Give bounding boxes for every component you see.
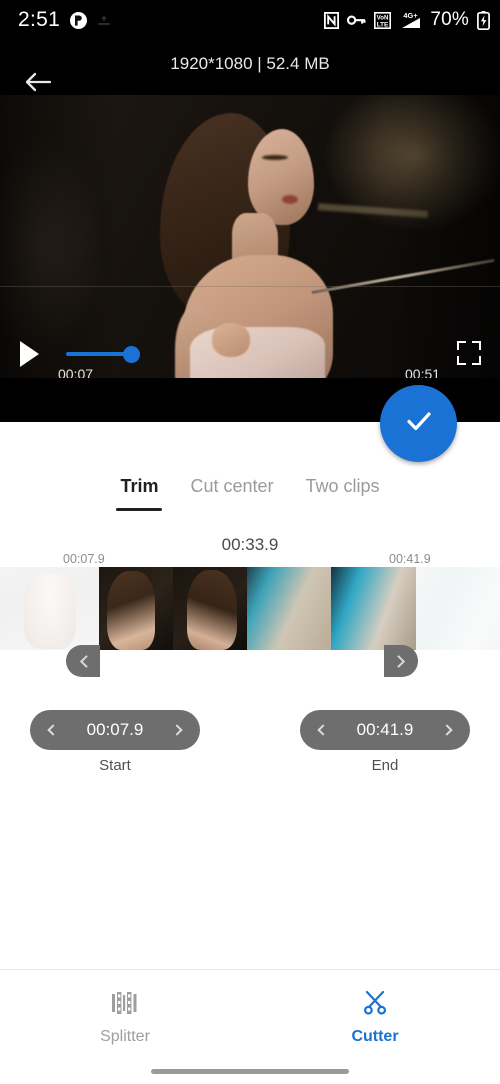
- check-icon: [400, 402, 438, 445]
- page-title: 1920*1080 | 52.4 MB: [170, 54, 330, 73]
- range-end-marker: 00:41.9: [389, 552, 431, 566]
- tab-trim[interactable]: Trim: [104, 476, 174, 516]
- video-preview[interactable]: [0, 95, 500, 378]
- filmstrip-thumbnail[interactable]: [173, 567, 247, 650]
- chevron-right-icon: [391, 654, 405, 668]
- nav-item-cutter[interactable]: Cutter: [250, 970, 500, 1059]
- status-bar-right: VoN LTE 4G+ 70%: [324, 9, 490, 31]
- chevron-left-icon: [79, 654, 93, 668]
- status-clock: 2:51: [18, 8, 61, 31]
- nav-label-splitter: Splitter: [100, 1027, 150, 1045]
- tab-two-clips[interactable]: Two clips: [290, 476, 396, 516]
- gesture-bar-area: [0, 1059, 500, 1084]
- filmstrip-thumbnail[interactable]: [247, 567, 331, 650]
- end-time-value: 00:41.9: [356, 720, 414, 739]
- scissors-icon: [361, 990, 389, 1021]
- range-start-marker: 00:07.9: [63, 552, 105, 566]
- start-caption: Start: [99, 757, 131, 774]
- app-notification-icon: [70, 11, 88, 29]
- signal-4g-plus-icon: 4G+: [399, 11, 422, 29]
- nfc-icon: [324, 11, 340, 29]
- filmstrip-thumbnail[interactable]: [0, 567, 99, 650]
- filmstrip-thumbnail[interactable]: [331, 567, 416, 650]
- end-caption: End: [371, 757, 399, 774]
- play-button[interactable]: [20, 341, 42, 367]
- tab-trim-label: Trim: [120, 476, 159, 496]
- filmstrip-thumbnail[interactable]: [416, 567, 500, 650]
- end-increment-icon[interactable]: [441, 724, 453, 736]
- vpn-key-icon: [347, 13, 366, 27]
- mode-tabs: Trim Cut center Two clips: [0, 476, 500, 516]
- download-icon: [97, 14, 111, 26]
- svg-text:4G+: 4G+: [404, 11, 419, 20]
- seek-bar[interactable]: [62, 341, 144, 367]
- confirm-button[interactable]: [380, 385, 457, 462]
- start-increment-icon[interactable]: [171, 724, 183, 736]
- nav-item-splitter[interactable]: Splitter: [0, 970, 250, 1059]
- trim-handle-left[interactable]: [66, 645, 100, 677]
- status-bar-left: 2:51: [18, 8, 111, 32]
- volte-icon: VoN LTE: [374, 11, 392, 29]
- tab-active-underline: [116, 508, 163, 511]
- battery-charging-icon: [477, 10, 490, 30]
- tab-cut-center[interactable]: Cut center: [174, 476, 289, 516]
- play-icon: [20, 341, 39, 367]
- fullscreen-button[interactable]: [456, 340, 482, 366]
- end-time-stepper[interactable]: 00:41.9: [300, 710, 470, 750]
- filmstrip-thumbnail[interactable]: [99, 567, 173, 650]
- arrow-left-icon: [24, 71, 52, 98]
- start-time-value: 00:07.9: [86, 720, 144, 739]
- status-bar: 2:51 VoN LTE 4G+ 70%: [0, 0, 500, 40]
- home-gesture-bar[interactable]: [151, 1069, 349, 1074]
- nav-label-cutter: Cutter: [351, 1027, 399, 1045]
- seek-thumb[interactable]: [123, 346, 140, 363]
- editor-panel: Trim Cut center Two clips 00:33.9 00:07.…: [0, 422, 500, 969]
- filmstrip[interactable]: [0, 567, 500, 650]
- tab-cut-center-label: Cut center: [190, 476, 274, 496]
- battery-percent-label: 70%: [430, 9, 469, 30]
- bottom-navigation: Splitter Cutter: [0, 969, 500, 1059]
- film-strip-icon: [110, 990, 140, 1021]
- trim-handle-right[interactable]: [384, 645, 418, 677]
- start-time-stepper[interactable]: 00:07.9: [30, 710, 200, 750]
- tab-two-clips-label: Two clips: [305, 476, 380, 496]
- svg-text:LTE: LTE: [377, 21, 389, 28]
